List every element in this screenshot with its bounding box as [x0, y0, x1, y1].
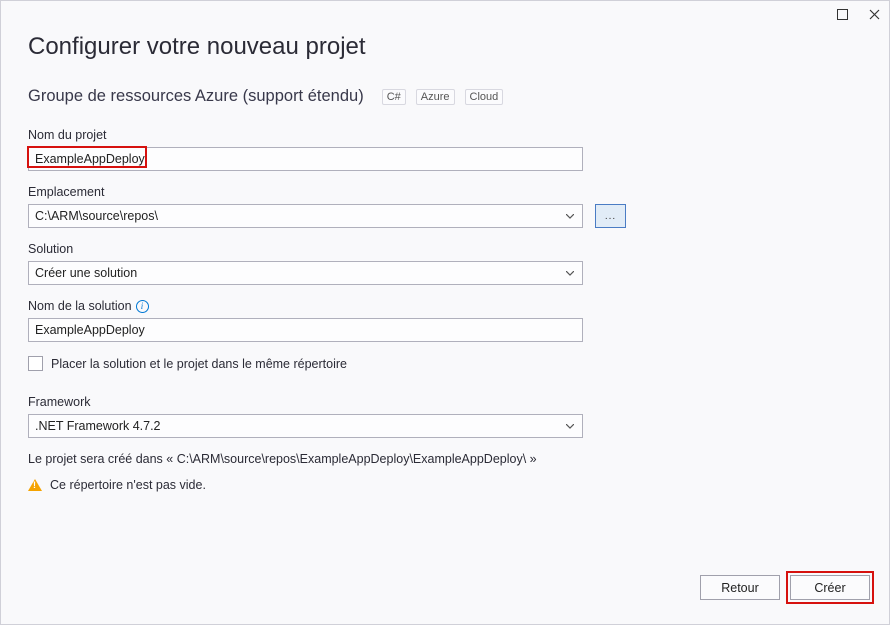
- solution-name-label-text: Nom de la solution: [28, 299, 132, 313]
- warning-icon: [28, 479, 42, 491]
- create-button-highlight: Créer: [786, 571, 874, 604]
- project-name-label: Nom du projet: [28, 128, 862, 142]
- tag-csharp: C#: [382, 89, 406, 105]
- browse-button[interactable]: ...: [595, 204, 626, 228]
- creation-path-text: Le projet sera créé dans « C:\ARM\source…: [28, 452, 862, 466]
- maximize-icon[interactable]: [835, 7, 849, 21]
- info-icon[interactable]: i: [136, 300, 149, 313]
- same-dir-checkbox-label: Placer la solution et le projet dans le …: [51, 357, 347, 371]
- warning-row: Ce répertoire n'est pas vide.: [28, 478, 862, 492]
- template-name: Groupe de ressources Azure (support éten…: [28, 87, 364, 106]
- solution-label: Solution: [28, 242, 862, 256]
- framework-select[interactable]: .NET Framework 4.7.2: [28, 414, 583, 438]
- template-tags: C# Azure Cloud: [382, 89, 504, 105]
- solution-name-label: Nom de la solution i: [28, 299, 862, 313]
- template-header: Groupe de ressources Azure (support éten…: [28, 87, 862, 106]
- create-button[interactable]: Créer: [790, 575, 870, 600]
- tag-cloud: Cloud: [465, 89, 504, 105]
- tag-azure: Azure: [416, 89, 455, 105]
- project-name-input[interactable]: [28, 147, 583, 171]
- back-button[interactable]: Retour: [700, 575, 780, 600]
- close-icon[interactable]: [867, 7, 881, 21]
- solution-name-input[interactable]: [28, 318, 583, 342]
- same-dir-checkbox[interactable]: [28, 356, 43, 371]
- framework-label: Framework: [28, 395, 862, 409]
- solution-select[interactable]: Créer une solution: [28, 261, 583, 285]
- location-select[interactable]: C:\ARM\source\repos\: [28, 204, 583, 228]
- window-controls: [835, 7, 881, 21]
- dialog-footer: Retour Créer: [700, 571, 874, 604]
- location-label: Emplacement: [28, 185, 862, 199]
- page-title: Configurer votre nouveau projet: [28, 33, 862, 61]
- warning-text: Ce répertoire n'est pas vide.: [50, 478, 206, 492]
